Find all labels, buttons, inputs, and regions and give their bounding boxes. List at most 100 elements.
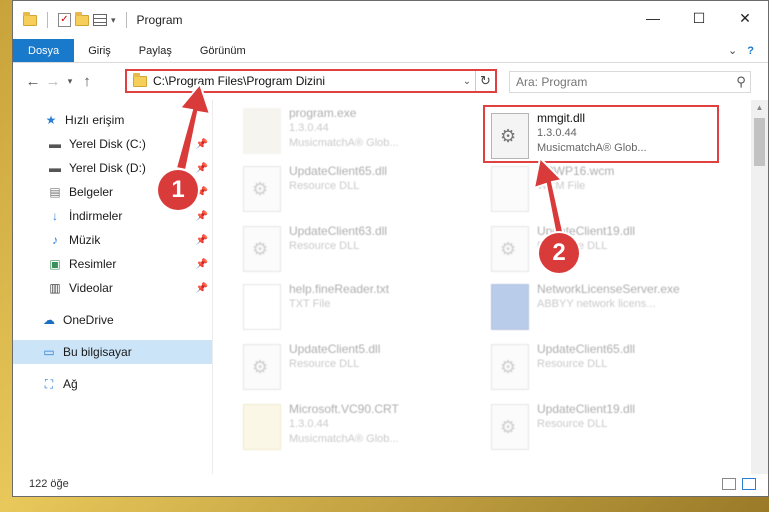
dll-file-icon: ⚙ [243, 344, 281, 390]
window-controls: — ☐ ✕ [630, 1, 768, 35]
file-item[interactable]: NetworkLicenseServer.exe ABBYY network l… [487, 280, 723, 336]
text-file-icon [243, 284, 281, 330]
file-item[interactable]: rc3WP16.wcm WCM File [487, 162, 723, 218]
large-icons-view-icon[interactable] [742, 478, 756, 490]
computer-icon: ▭ [43, 345, 55, 359]
scroll-thumb[interactable] [754, 118, 765, 166]
file-info: MusicmatchA® Glob... [289, 137, 399, 149]
address-path[interactable]: C:\Program Files\Program Dizini [153, 74, 459, 88]
drive-icon: ▬ [49, 161, 61, 175]
file-item[interactable]: Microsoft.VC90.CRT 1.3.0.44 MusicmatchA®… [239, 400, 475, 456]
dll-gear-icon: ⚙ [491, 113, 529, 159]
address-dropdown-icon[interactable]: ⌄ [459, 76, 475, 87]
forward-arrow-icon[interactable]: → [43, 73, 63, 90]
separator [47, 12, 48, 28]
nav-label: Ağ [63, 377, 78, 391]
callout-badge-1: 1 [158, 170, 198, 210]
nav-label: Videolar [69, 281, 113, 295]
file-item[interactable]: ⚙ UpdateClient5.dll Resource DLL [239, 340, 475, 396]
vertical-scrollbar[interactable]: ▲ [751, 100, 768, 474]
file-name: UpdateClient5.dll [289, 342, 381, 356]
file-item[interactable]: ⚙ UpdateClient65.dll Resource DLL [487, 340, 723, 396]
search-input[interactable] [516, 75, 732, 89]
dll-file-icon: ⚙ [491, 404, 529, 450]
pin-icon[interactable]: 📌 [196, 139, 208, 150]
dll-file-icon: ⚙ [491, 226, 529, 272]
properties-check-icon[interactable]: ✓ [58, 13, 71, 27]
new-folder-icon[interactable] [75, 11, 89, 26]
nav-item-videos[interactable]: ▥ Videolar 📌 [13, 276, 212, 300]
search-box[interactable]: ⚲ [509, 71, 751, 93]
refresh-icon[interactable]: ↻ [475, 71, 495, 91]
recent-chevron-icon[interactable]: ▾ [63, 76, 77, 87]
file-name: rc3WP16.wcm [537, 164, 615, 178]
file-item[interactable]: program.exe 1.3.0.44 MusicmatchA® Glob..… [239, 104, 475, 160]
pin-icon[interactable]: 📌 [196, 235, 208, 246]
nav-onedrive[interactable]: ☁ OneDrive [13, 308, 212, 332]
file-name: UpdateClient65.dll [537, 342, 636, 356]
file-icon [491, 166, 529, 212]
window-title: Program [136, 13, 183, 27]
nav-item-music[interactable]: ♪ Müzik 📌 [13, 228, 212, 252]
nav-item-pictures[interactable]: ▣ Resimler 📌 [13, 252, 212, 276]
folder-file-icon [243, 404, 281, 450]
back-arrow-icon[interactable]: ← [23, 73, 43, 90]
chevron-down-icon[interactable]: ▾ [111, 15, 116, 26]
music-icon: ♪ [52, 233, 58, 247]
tab-file[interactable]: Dosya [13, 39, 75, 62]
nav-label: Yerel Disk (C:) [69, 137, 146, 151]
file-info: Resource DLL [537, 358, 608, 370]
address-row: ← → ▾ ↑ C:\Program Files\Program Dizini … [13, 63, 768, 99]
pin-icon[interactable]: 📌 [196, 283, 208, 294]
file-item[interactable]: ⚙ UpdateClient65.dll Resource DLL [239, 162, 475, 218]
file-item[interactable]: ⚙ UpdateClient19.dll Resource DLL [487, 400, 723, 456]
properties-icon[interactable] [93, 14, 107, 26]
chevron-down-icon[interactable]: ⌄ [728, 44, 737, 57]
nav-this-pc[interactable]: ▭ Bu bilgisayar [13, 340, 212, 364]
maximize-button[interactable]: ☐ [676, 1, 722, 35]
file-name: UpdateClient19.dll [537, 402, 636, 416]
file-name: mmgit.dll [537, 111, 586, 125]
close-button[interactable]: ✕ [722, 1, 768, 35]
file-item[interactable]: ⚙ UpdateClient19.dll Resource DLL [487, 222, 723, 278]
details-view-icon[interactable] [722, 478, 736, 490]
file-item[interactable]: help.fineReader.txt TXT File [239, 280, 475, 336]
callout-badge-2: 2 [539, 233, 579, 273]
drive-icon: ▬ [49, 137, 61, 151]
scroll-up-icon[interactable]: ▲ [751, 100, 768, 116]
file-name: program.exe [289, 106, 357, 120]
pin-icon[interactable]: 📌 [196, 211, 208, 222]
nav-label: Hızlı erişim [65, 113, 125, 127]
tab-view[interactable]: Görünüm [186, 39, 260, 62]
file-info: Resource DLL [289, 358, 360, 370]
item-count: 122 öğe [29, 478, 69, 490]
search-icon[interactable]: ⚲ [732, 74, 750, 90]
pin-icon[interactable]: 📌 [196, 259, 208, 270]
nav-item-drive-c[interactable]: ▬ Yerel Disk (C:) 📌 [13, 132, 212, 156]
tab-share[interactable]: Paylaş [125, 39, 186, 62]
file-name: help.fineReader.txt [289, 282, 390, 296]
file-info: Resource DLL [289, 180, 360, 192]
up-arrow-icon[interactable]: ↑ [77, 73, 97, 90]
pin-icon[interactable]: 📌 [196, 163, 208, 174]
file-item[interactable]: ⚙ UpdateClient63.dll Resource DLL [239, 222, 475, 278]
file-info: 1.3.0.44 [289, 418, 329, 430]
exe-file-icon [491, 284, 529, 330]
file-info: TXT File [289, 298, 331, 310]
dll-file-icon: ⚙ [243, 166, 281, 212]
file-info: WCM File [537, 180, 586, 192]
status-bar: 122 öğe [13, 472, 768, 496]
nav-quick-access[interactable]: ★ Hızlı erişim [13, 108, 212, 132]
tab-home[interactable]: Giriş [74, 39, 125, 62]
minimize-button[interactable]: — [630, 1, 676, 35]
explorer-window: ✓ ▾ Program — ☐ ✕ Dosya Giriş Paylaş Gör… [12, 0, 769, 497]
cloud-icon: ☁ [43, 313, 55, 327]
file-version: 1.3.0.44 [537, 127, 577, 139]
file-info: Resource DLL [289, 240, 360, 252]
help-icon[interactable]: ? [747, 45, 754, 57]
file-list: program.exe 1.3.0.44 MusicmatchA® Glob..… [213, 100, 768, 474]
address-bar[interactable]: C:\Program Files\Program Dizini ⌄ ↻ [125, 69, 497, 93]
nav-network[interactable]: ⛶ Ağ [13, 372, 212, 396]
nav-label: İndirmeler [69, 209, 123, 223]
highlighted-file-mmgit[interactable]: ⚙ mmgit.dll 1.3.0.44 MusicmatchA® Glob..… [483, 105, 719, 163]
